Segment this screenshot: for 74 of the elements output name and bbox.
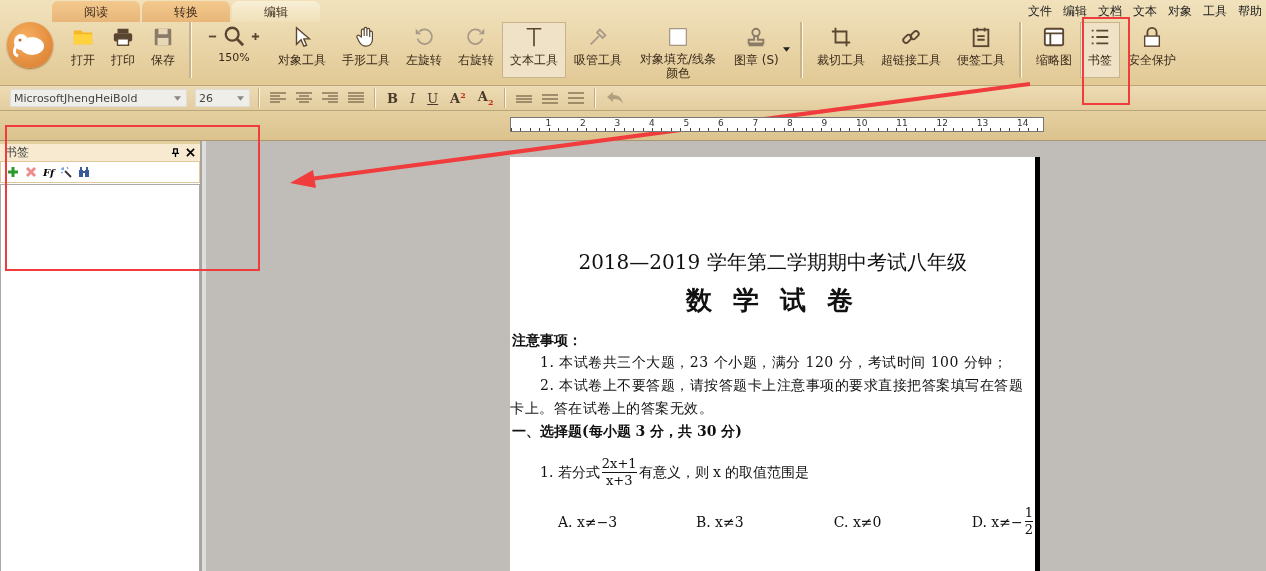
note-paragraph: 1. 本试卷共三个大题，23 个小题，满分 120 分，考试时间 100 分钟； bbox=[539, 353, 1009, 372]
menu-item[interactable]: 对象 bbox=[1168, 3, 1192, 22]
color-swatch-icon bbox=[667, 26, 689, 48]
ribbon-tab[interactable]: 阅读 bbox=[52, 1, 140, 22]
toolbar-button[interactable]: 吸管工具 bbox=[566, 22, 630, 78]
text-style-button[interactable]: A$_{2}$ bbox=[474, 89, 497, 107]
answer-option: A. x≠−3 bbox=[558, 505, 673, 538]
note-paragraph: 2. 本试卷上不要答题，请按答题卡上注意事项的要求直接把答案填写在答题卡上。答在试卷上的答案无效。 bbox=[510, 376, 1025, 418]
caret-icon[interactable] bbox=[782, 47, 790, 52]
rotate-right-icon bbox=[465, 26, 487, 48]
toolbar-button[interactable]: 手形工具 bbox=[334, 22, 398, 78]
toolbar-button[interactable]: 安全保护 bbox=[1119, 22, 1184, 78]
ruler: 1 2 3 4 5 6 7 8 9 10 11 12 13 14 bbox=[510, 117, 1044, 132]
toolbar-button[interactable]: 裁切工具 bbox=[808, 22, 873, 78]
text-style-button[interactable]: B bbox=[384, 90, 401, 106]
panel-title: 书签 bbox=[5, 144, 30, 161]
toolbar-button[interactable]: 超链接工具 bbox=[872, 22, 949, 78]
rotate-left-icon bbox=[413, 26, 435, 48]
binoculars-icon[interactable] bbox=[78, 166, 91, 178]
undo-icon[interactable] bbox=[606, 91, 625, 105]
align-icon[interactable] bbox=[322, 92, 338, 104]
font-size-dropdown[interactable]: 26 bbox=[195, 89, 250, 107]
align-icon[interactable] bbox=[296, 92, 312, 104]
toolbar-button[interactable]: 打印 bbox=[103, 22, 143, 78]
menu-item[interactable]: 编辑 bbox=[1063, 3, 1087, 22]
exam-title: 2018—2019 学年第二学期期中考试八年级 bbox=[577, 249, 968, 276]
align-icon[interactable] bbox=[348, 92, 364, 104]
menu-item[interactable]: 文档 bbox=[1098, 3, 1122, 22]
crop-icon bbox=[829, 26, 852, 48]
line-spacing-icon[interactable] bbox=[516, 92, 533, 104]
exam-subtitle: 数 学 试 卷 bbox=[684, 284, 861, 317]
toolbar-button[interactable]: 对象工具 bbox=[270, 22, 334, 78]
magic-wand-icon[interactable] bbox=[60, 166, 73, 178]
toolbar-button[interactable]: 右旋转 bbox=[450, 22, 502, 78]
menu-item[interactable]: 帮助 bbox=[1238, 3, 1262, 22]
align-icon[interactable] bbox=[270, 92, 286, 104]
add-icon[interactable] bbox=[7, 166, 19, 178]
section-heading: 一、选择题(每小题 3 分，共 30 分) bbox=[512, 422, 743, 441]
menu-item[interactable]: 文本 bbox=[1133, 3, 1157, 22]
toolbar-button[interactable]: 文本工具 bbox=[502, 22, 566, 78]
zoom-value: 150% bbox=[218, 51, 250, 64]
font-format-button[interactable]: Ff bbox=[43, 166, 55, 178]
answer-option: B. x≠3 bbox=[695, 505, 811, 538]
toolbar-button[interactable]: 保存 bbox=[143, 22, 183, 78]
menu-item[interactable]: 工具 bbox=[1203, 3, 1227, 22]
print-icon bbox=[112, 26, 134, 48]
pin-icon[interactable] bbox=[171, 148, 180, 157]
menu-item[interactable]: 文件 bbox=[1028, 3, 1052, 22]
caret-icon bbox=[237, 95, 244, 101]
toolbar-button[interactable]: 缩略图 bbox=[1027, 22, 1080, 78]
zoom-in-icon[interactable] bbox=[251, 31, 260, 41]
line-spacing-icon[interactable] bbox=[568, 92, 585, 104]
ribbon-tab[interactable]: 转换 bbox=[142, 1, 230, 22]
ribbon-tab[interactable]: 编辑 bbox=[232, 1, 320, 22]
answer-option: C. x≠0 bbox=[833, 505, 949, 538]
thumbnail-icon bbox=[1042, 26, 1065, 48]
section-heading: 注意事项： bbox=[512, 331, 583, 350]
toolbar-button[interactable]: 便签工具 bbox=[948, 22, 1013, 78]
elephant-logo-icon[interactable] bbox=[7, 22, 53, 68]
toolbar-button[interactable]: 左旋转 bbox=[398, 22, 450, 78]
search-icon[interactable] bbox=[223, 25, 245, 47]
toolbar-button[interactable]: 书签 bbox=[1079, 22, 1120, 78]
text-style-button[interactable]: I bbox=[407, 90, 419, 106]
toolbar-button[interactable]: 打开 bbox=[63, 22, 103, 78]
close-icon[interactable] bbox=[186, 148, 195, 157]
text-style-button[interactable]: U bbox=[424, 90, 442, 106]
toolbar-button[interactable]: 图章 (S) bbox=[726, 22, 787, 78]
toolbar-button[interactable]: 对象填充/线条颜色 bbox=[630, 22, 726, 78]
delete-icon[interactable] bbox=[25, 166, 37, 178]
text-style-button[interactable]: A$^{2}$ bbox=[447, 89, 469, 107]
line-spacing-icon[interactable] bbox=[542, 92, 559, 104]
save-icon bbox=[152, 26, 174, 48]
caret-icon bbox=[174, 95, 181, 101]
font-dropdown[interactable]: MicrosoftJhengHeiBold bbox=[10, 89, 187, 107]
